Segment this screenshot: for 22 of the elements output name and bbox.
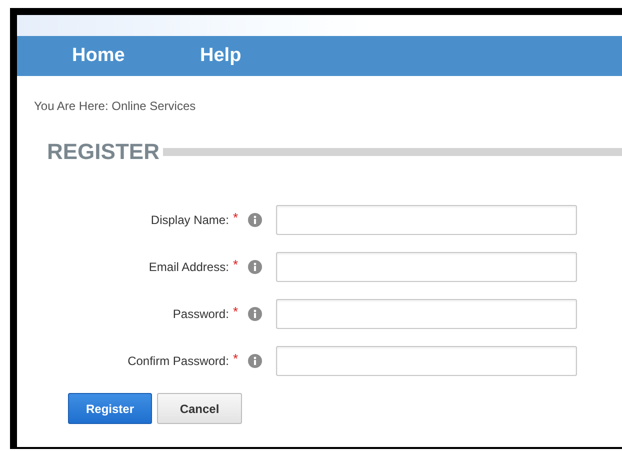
nav-link[interactable]: Help	[200, 45, 328, 67]
cancel-button[interactable]: Cancel	[157, 393, 242, 424]
info-icon[interactable]	[248, 213, 262, 227]
breadcrumb: You Are Here: Online Services	[34, 99, 197, 113]
text-field[interactable]	[276, 346, 577, 376]
required-mark: *	[232, 304, 238, 318]
text-field[interactable]	[276, 205, 577, 235]
nav-link[interactable]: Home	[72, 45, 200, 67]
page-heading: REGISTER	[47, 139, 160, 165]
register-button[interactable]: Register	[68, 393, 152, 424]
text-field[interactable]	[276, 299, 577, 329]
info-icon[interactable]	[248, 307, 262, 321]
info-icon[interactable]	[248, 354, 262, 368]
text-field[interactable]	[276, 252, 577, 282]
info-icon[interactable]	[248, 260, 262, 274]
required-mark: *	[232, 210, 238, 224]
field-label: Display Name:	[150, 212, 229, 226]
field-label: Email Address:	[148, 260, 229, 274]
field-label: Password:	[172, 306, 229, 320]
field-label: Confirm Password:	[128, 354, 229, 368]
required-mark: *	[232, 350, 238, 366]
required-mark: *	[232, 256, 238, 272]
